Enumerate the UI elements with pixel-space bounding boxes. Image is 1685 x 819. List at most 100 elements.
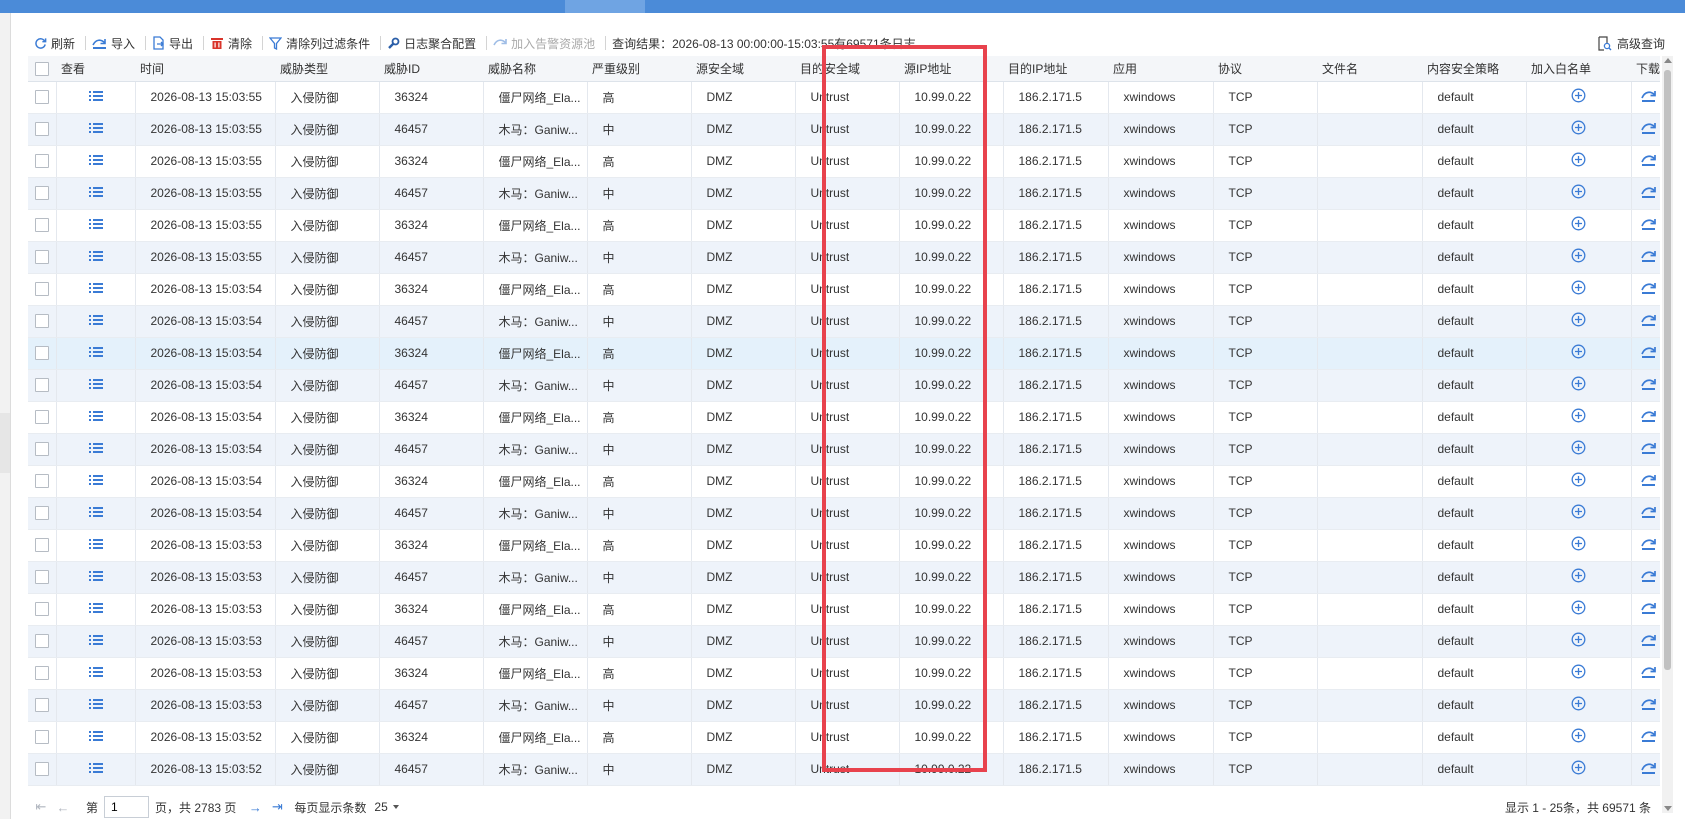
plus-circle-icon[interactable] [1526,177,1632,210]
plus-circle-icon[interactable] [1526,337,1632,370]
plus-circle-icon[interactable] [1526,657,1632,690]
list-icon[interactable] [56,529,136,562]
list-icon[interactable] [56,593,136,626]
table-row[interactable]: 2026-08-13 15:03:53 入侵防御 46457 木马：Ganiw... 中… [28,625,1660,658]
plus-circle-icon[interactable] [1526,689,1632,722]
column-header[interactable]: 加入白名单 [1526,56,1631,82]
download-icon[interactable] [1631,305,1660,338]
list-icon[interactable] [56,689,136,722]
row-checkbox[interactable] [28,529,57,562]
list-icon[interactable] [56,657,136,690]
row-checkbox[interactable] [28,177,57,210]
plus-circle-icon[interactable] [1526,369,1632,402]
row-checkbox[interactable] [28,561,57,594]
list-icon[interactable] [56,145,136,178]
table-row[interactable]: 2026-08-13 15:03:54 入侵防御 36324 僵尸网络_Ela... 高… [28,337,1660,370]
list-icon[interactable] [56,113,136,146]
list-icon[interactable] [56,305,136,338]
top-nav-active-tab[interactable] [565,0,645,13]
plus-circle-icon[interactable] [1526,593,1632,626]
add-alert-pool-button[interactable]: 加入告警资源池 [493,35,595,52]
list-icon[interactable] [56,561,136,594]
plus-circle-icon[interactable] [1526,721,1632,754]
table-row[interactable]: 2026-08-13 15:03:54 入侵防御 46457 木马：Ganiw... 中… [28,305,1660,338]
column-header[interactable]: 下载 [1631,56,1660,82]
plus-circle-icon[interactable] [1526,209,1632,242]
plus-circle-icon[interactable] [1526,241,1632,274]
column-header[interactable]: 源安全域 [691,56,795,82]
table-row[interactable]: 2026-08-13 15:03:55 入侵防御 46457 木马：Ganiw... 中… [28,113,1660,146]
row-checkbox[interactable] [28,305,57,338]
column-header[interactable]: 目的IP地址 [1003,56,1108,82]
column-header[interactable]: 协议 [1213,56,1317,82]
table-row[interactable]: 2026-08-13 15:03:53 入侵防御 36324 僵尸网络_Ela... 高… [28,657,1660,690]
prev-page-icon[interactable]: ← [54,798,72,816]
download-icon[interactable] [1631,465,1660,498]
column-header[interactable]: 查看 [56,56,135,82]
table-row[interactable]: 2026-08-13 15:03:55 入侵防御 36324 僵尸网络_Ela... 高… [28,145,1660,178]
scroll-up-icon[interactable] [1664,58,1672,63]
table-row[interactable]: 2026-08-13 15:03:54 入侵防御 46457 木马：Ganiw... 中… [28,433,1660,466]
download-icon[interactable] [1631,209,1660,242]
download-icon[interactable] [1631,561,1660,594]
column-header[interactable]: 内容安全策略 [1422,56,1526,82]
column-header[interactable]: 严重级别 [587,56,691,82]
refresh-button[interactable]: 刷新 [34,35,75,52]
download-icon[interactable] [1631,369,1660,402]
scrollbar-thumb[interactable] [1664,70,1671,670]
column-header[interactable]: 时间 [135,56,275,82]
left-collapse-gutter[interactable] [0,13,11,819]
column-header[interactable]: 威胁类型 [275,56,379,82]
plus-circle-icon[interactable] [1526,753,1632,786]
row-checkbox[interactable] [28,81,57,114]
row-checkbox[interactable] [28,497,57,530]
plus-circle-icon[interactable] [1526,497,1632,530]
download-icon[interactable] [1631,657,1660,690]
download-icon[interactable] [1631,113,1660,146]
download-icon[interactable] [1631,145,1660,178]
plus-circle-icon[interactable] [1526,401,1632,434]
download-icon[interactable] [1631,81,1660,114]
plus-circle-icon[interactable] [1526,625,1632,658]
download-icon[interactable] [1631,689,1660,722]
plus-circle-icon[interactable] [1526,145,1632,178]
row-checkbox[interactable] [28,753,57,786]
list-icon[interactable] [56,465,136,498]
column-header[interactable]: 威胁ID [379,56,483,82]
table-row[interactable]: 2026-08-13 15:03:52 入侵防御 36324 僵尸网络_Ela... 高… [28,721,1660,754]
list-icon[interactable] [56,209,136,242]
row-checkbox[interactable] [28,657,57,690]
collapse-handle[interactable] [0,413,10,473]
table-row[interactable]: 2026-08-13 15:03:54 入侵防御 46457 木马：Ganiw... 中… [28,497,1660,530]
row-checkbox[interactable] [28,625,57,658]
list-icon[interactable] [56,241,136,274]
list-icon[interactable] [56,337,136,370]
row-checkbox[interactable] [28,241,57,274]
row-checkbox[interactable] [28,337,57,370]
list-icon[interactable] [56,177,136,210]
table-row[interactable]: 2026-08-13 15:03:55 入侵防御 46457 木马：Ganiw... 中… [28,177,1660,210]
list-icon[interactable] [56,273,136,306]
page-number-input[interactable] [104,796,150,818]
download-icon[interactable] [1631,177,1660,210]
table-row[interactable]: 2026-08-13 15:03:53 入侵防御 36324 僵尸网络_Ela... 高… [28,593,1660,626]
row-checkbox[interactable] [28,113,57,146]
download-icon[interactable] [1631,497,1660,530]
row-checkbox[interactable] [28,433,57,466]
row-checkbox[interactable] [28,209,57,242]
list-icon[interactable] [56,81,136,114]
download-icon[interactable] [1631,337,1660,370]
download-icon[interactable] [1631,273,1660,306]
list-icon[interactable] [56,625,136,658]
table-row[interactable]: 2026-08-13 15:03:52 入侵防御 46457 木马：Ganiw... 中… [28,753,1660,786]
table-row[interactable]: 2026-08-13 15:03:54 入侵防御 46457 木马：Ganiw... 中… [28,369,1660,402]
column-header[interactable]: 源IP地址 [899,56,1003,82]
download-icon[interactable] [1631,625,1660,658]
advanced-query-button[interactable]: 高级查询 [1598,30,1665,56]
list-icon[interactable] [56,721,136,754]
table-row[interactable]: 2026-08-13 15:03:53 入侵防御 46457 木马：Ganiw... 中… [28,689,1660,722]
plus-circle-icon[interactable] [1526,465,1632,498]
download-icon[interactable] [1631,593,1660,626]
table-row[interactable]: 2026-08-13 15:03:55 入侵防御 46457 木马：Ganiw... 中… [28,241,1660,274]
plus-circle-icon[interactable] [1526,561,1632,594]
